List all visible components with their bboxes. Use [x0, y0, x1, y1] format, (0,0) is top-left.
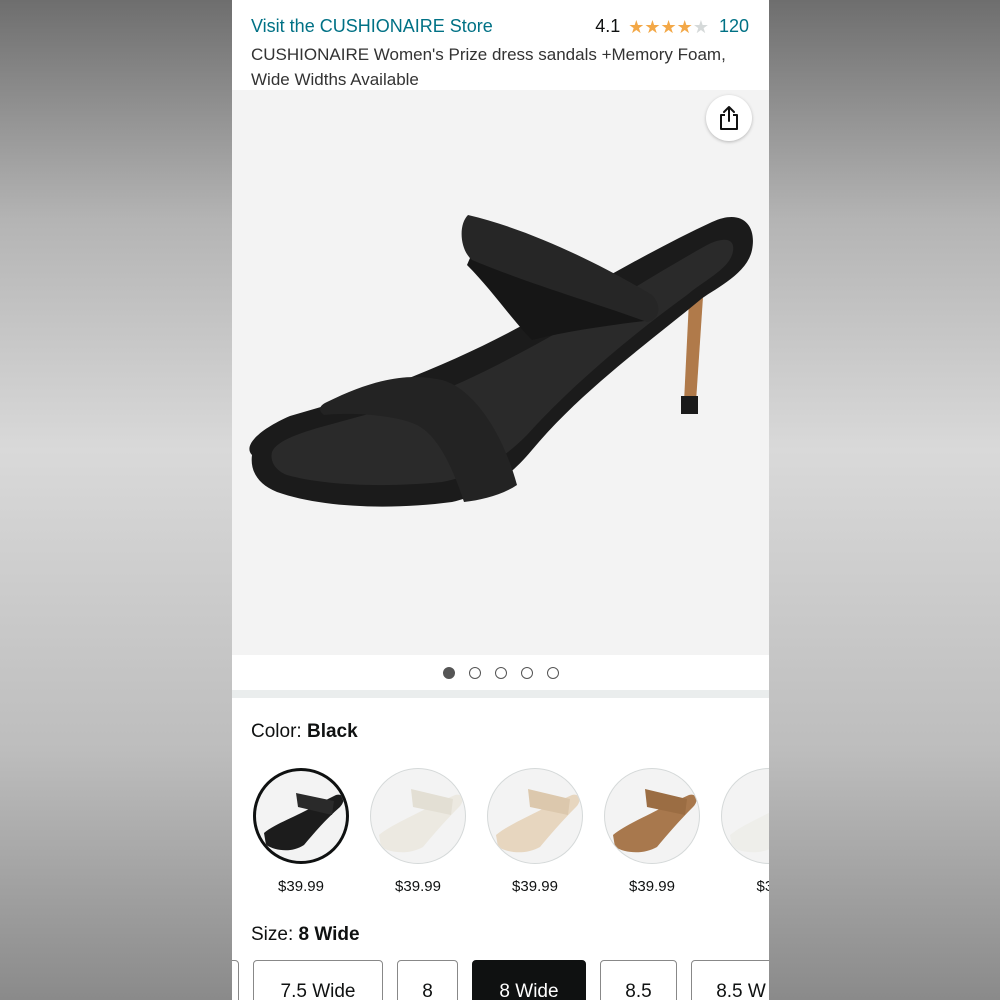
star-empty-icon: ★ — [692, 16, 709, 37]
swatch-image — [370, 768, 466, 864]
size-option[interactable]: 8.5 W — [691, 960, 769, 1000]
swatch-image — [487, 768, 583, 864]
star-icon: ★ — [676, 16, 693, 37]
product-title: CUSHIONAIRE Women's Prize dress sandals … — [251, 45, 726, 89]
rating[interactable]: 4.1 ★ ★ ★ ★ ★ 120 — [595, 16, 749, 37]
swatch-image — [253, 768, 349, 864]
swatch-image — [604, 768, 700, 864]
sandal-thumbnail — [264, 793, 344, 851]
size-option[interactable]: 7.5 Wide — [253, 960, 383, 1000]
swatch-price: $39.99 — [512, 878, 558, 895]
sandal-image — [249, 215, 753, 507]
product-image[interactable] — [232, 90, 769, 655]
sandal-thumbnail — [496, 789, 580, 853]
color-swatches: $39.99 $39.99 $39.99 $39.99 $ — [252, 768, 769, 908]
color-swatch-nude[interactable]: $39.99 — [486, 768, 584, 895]
sandal-thumbnail — [613, 789, 697, 853]
star-icon: ★ — [644, 16, 661, 37]
store-link[interactable]: Visit the CUSHIONAIRE Store — [251, 16, 493, 37]
size-label: Size: 8 Wide — [251, 924, 360, 946]
size-options: 7.5 Wide 8 8 Wide 8.5 8.5 W — [232, 960, 769, 1000]
pager-dot[interactable] — [546, 666, 559, 679]
size-selected: 8 Wide — [298, 924, 360, 945]
star-icon: ★ — [660, 16, 677, 37]
swatch-price: $39.99 — [395, 878, 441, 895]
image-pager[interactable] — [232, 655, 769, 690]
pager-dot[interactable] — [468, 666, 481, 679]
swatch-price: $39.99 — [629, 878, 675, 895]
section-divider — [232, 690, 769, 698]
pager-dot[interactable] — [520, 666, 533, 679]
size-label-text: Size: — [251, 924, 294, 945]
rating-stars: ★ ★ ★ ★ ★ — [628, 18, 709, 36]
swatch-image — [721, 768, 769, 864]
color-selected: Black — [306, 721, 358, 742]
swatch-price: $39.99 — [278, 878, 324, 895]
sandal-thumbnail — [379, 789, 463, 853]
swatch-price: $39 — [756, 878, 769, 895]
rating-value: 4.1 — [595, 16, 621, 36]
product-page: Visit the CUSHIONAIRE Store 4.1 ★ ★ ★ ★ … — [232, 0, 769, 1000]
color-swatch-tan[interactable]: $39.99 — [603, 768, 701, 895]
color-swatch-black[interactable]: $39.99 — [252, 768, 350, 895]
color-label: Color: Black — [251, 721, 358, 743]
color-swatch-white[interactable]: $39.99 — [369, 768, 467, 895]
rating-count[interactable]: 120 — [719, 16, 749, 37]
size-option[interactable]: 8 — [397, 960, 458, 1000]
product-header: Visit the CUSHIONAIRE Store 4.1 ★ ★ ★ ★ … — [232, 0, 769, 90]
pager-dot[interactable] — [442, 666, 455, 679]
star-icon: ★ — [628, 16, 645, 37]
pager-dot[interactable] — [494, 666, 507, 679]
size-option[interactable]: 8.5 — [600, 960, 677, 1000]
sandal-thumbnail — [730, 812, 769, 853]
color-swatch-white-2[interactable]: $39 — [720, 768, 769, 895]
size-option-selected[interactable]: 8 Wide — [472, 960, 586, 1000]
size-option[interactable] — [232, 960, 239, 1000]
color-label-text: Color: — [251, 721, 302, 742]
